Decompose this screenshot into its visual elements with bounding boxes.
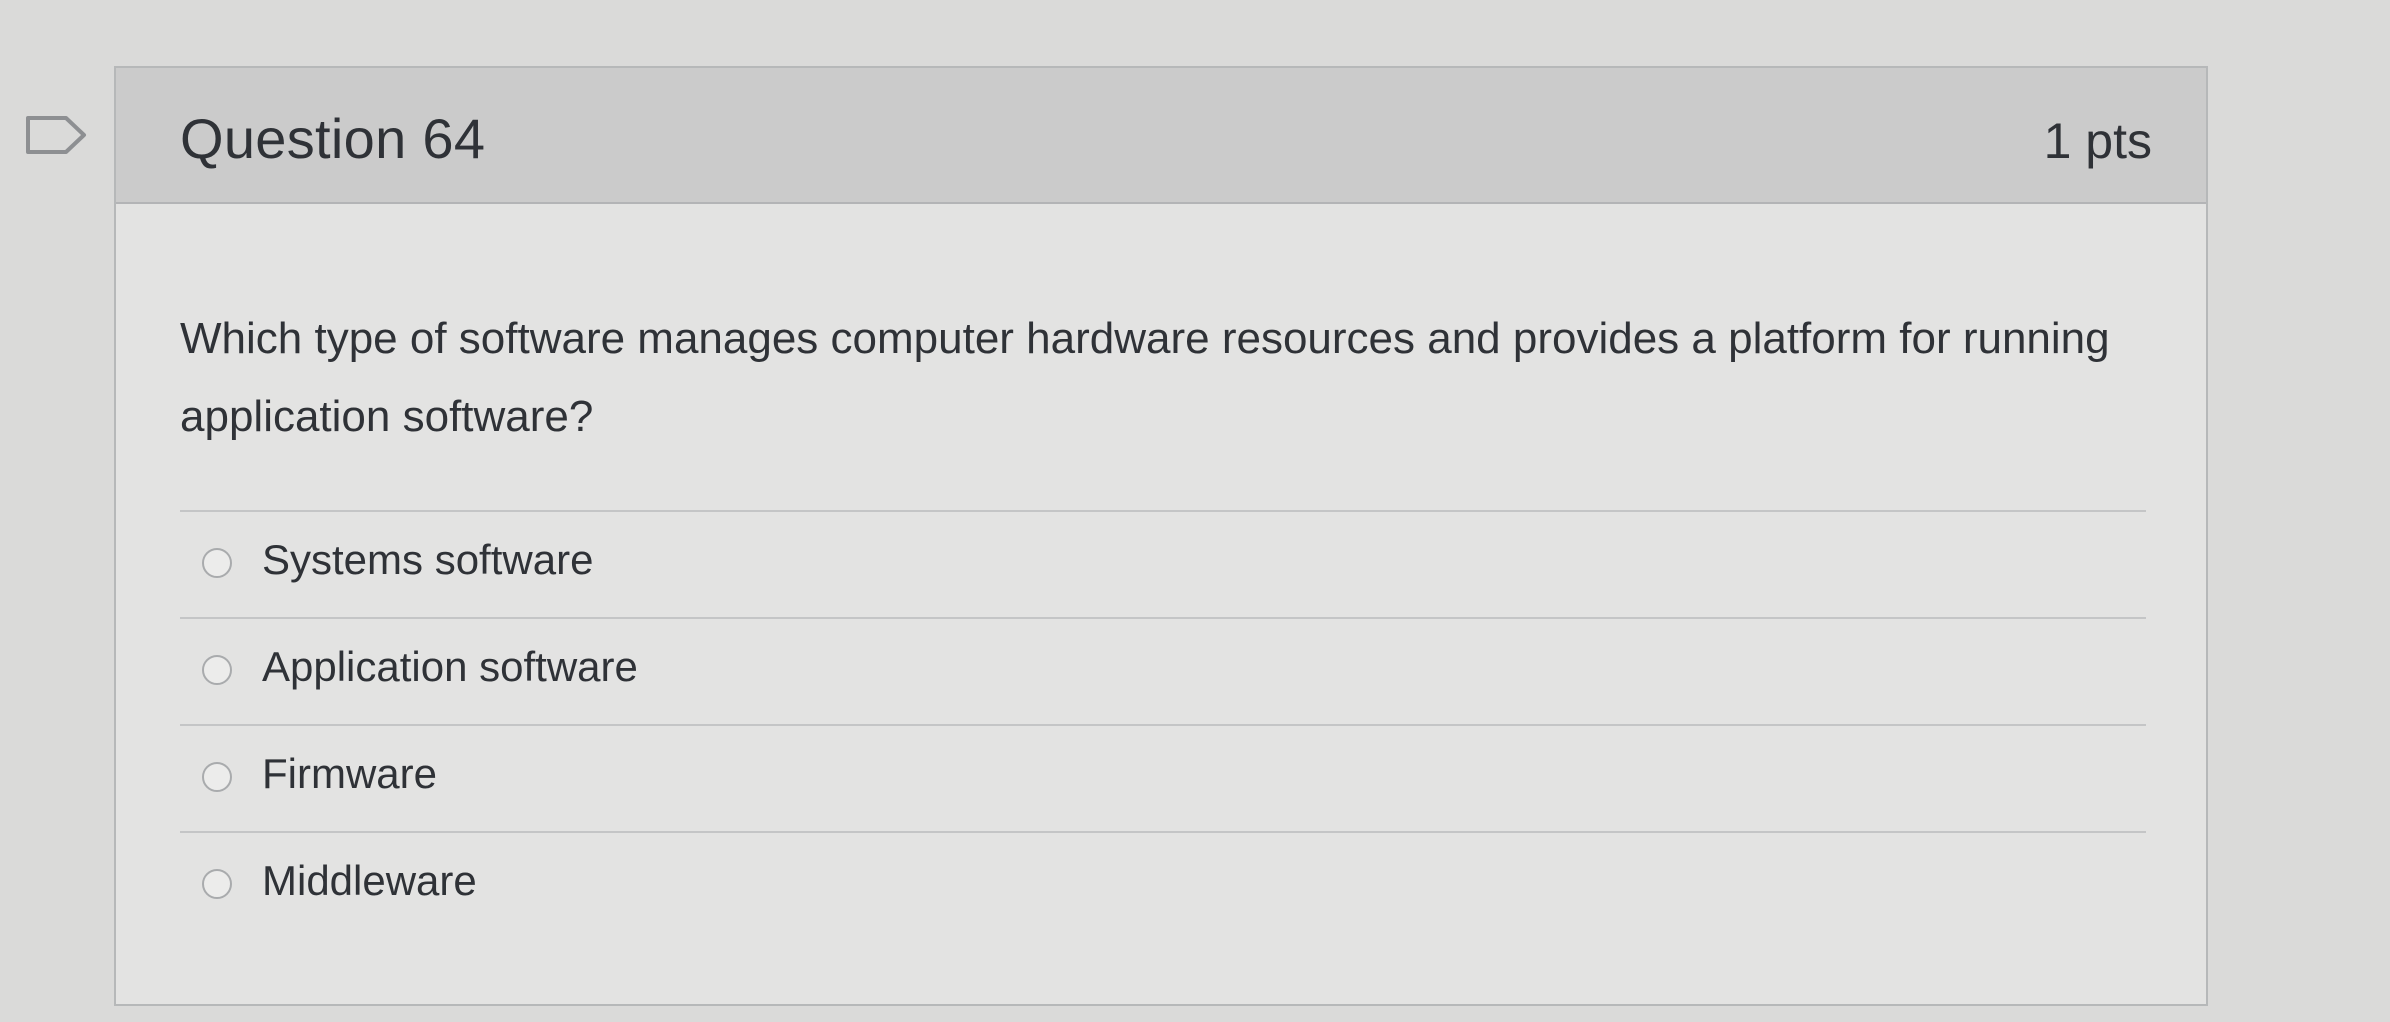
answer-option-systems-software[interactable]: Systems software bbox=[180, 510, 2146, 617]
answer-label[interactable]: Middleware bbox=[262, 857, 477, 905]
answer-option-application-software[interactable]: Application software bbox=[180, 617, 2146, 724]
quiz-page: Question 64 1 pts Which type of software… bbox=[0, 0, 2390, 1022]
question-text: Which type of software manages computer … bbox=[180, 314, 2110, 441]
question-title: Question 64 bbox=[180, 107, 486, 170]
radio-button[interactable] bbox=[202, 869, 232, 899]
radio-button[interactable] bbox=[202, 762, 232, 792]
answer-option-firmware[interactable]: Firmware bbox=[180, 724, 2146, 831]
flag-question-icon[interactable] bbox=[24, 114, 88, 156]
answer-label[interactable]: Firmware bbox=[262, 750, 437, 798]
answer-label[interactable]: Application software bbox=[262, 643, 638, 691]
answer-list: Systems software Application software Fi… bbox=[180, 510, 2146, 951]
answer-label[interactable]: Systems software bbox=[262, 536, 593, 584]
answer-option-middleware[interactable]: Middleware bbox=[180, 831, 2146, 951]
radio-button[interactable] bbox=[202, 655, 232, 685]
question-card: Question 64 1 pts Which type of software… bbox=[114, 66, 2208, 1006]
question-points: 1 pts bbox=[2043, 113, 2152, 169]
radio-button[interactable] bbox=[202, 548, 232, 578]
question-header: Question 64 1 pts bbox=[116, 68, 2206, 204]
